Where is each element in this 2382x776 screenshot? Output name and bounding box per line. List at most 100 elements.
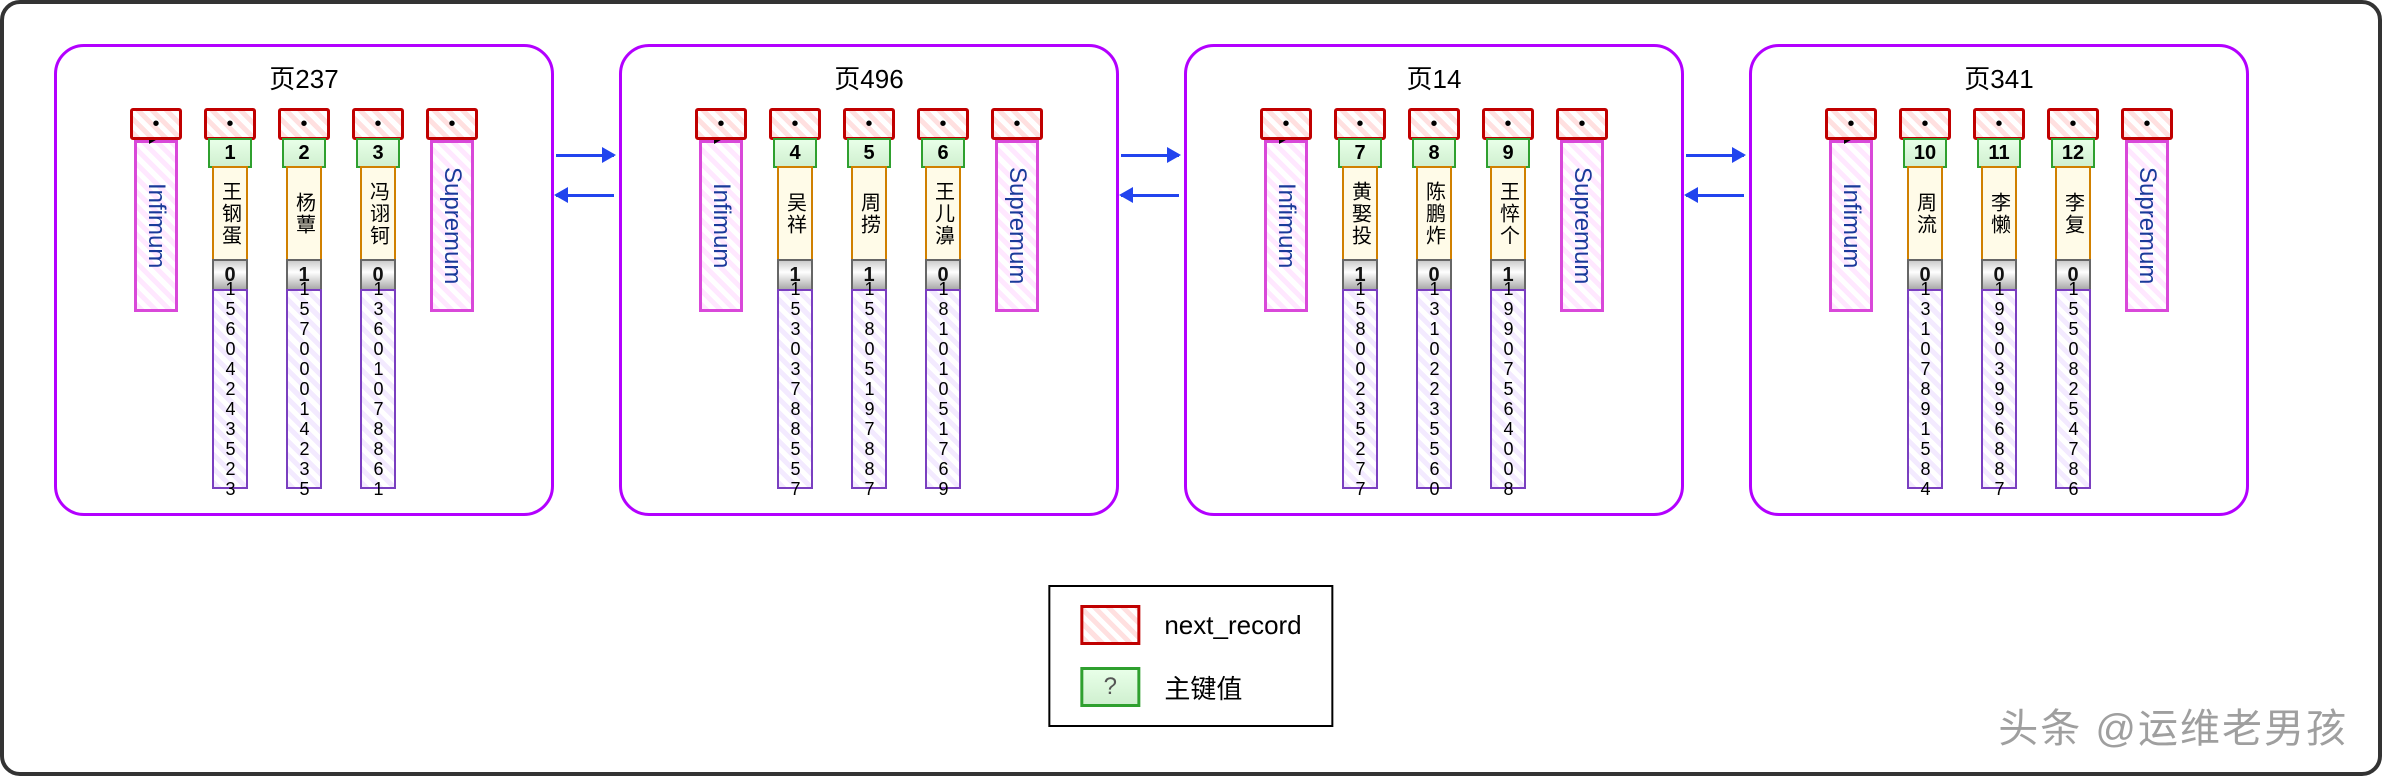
next-record-header xyxy=(1334,108,1386,140)
next-record-header xyxy=(426,108,478,140)
primary-key-value: 3 xyxy=(356,138,400,168)
record-phone: 19907564008 xyxy=(1490,289,1526,489)
records-row: Infimum 1王钢蛋015604243523 2杨蕈115700014235 3冯… xyxy=(77,108,531,489)
legend-swatch-primary-key: ? xyxy=(1080,667,1140,707)
record-name: 杨蕈 xyxy=(286,166,322,261)
next-record-header xyxy=(843,108,895,140)
page-box: 页341 Infimum 10周流013107891584 11李懒019903996… xyxy=(1749,44,2249,516)
page-box: 页237 Infimum 1王钢蛋015604243523 2杨蕈1157000142… xyxy=(54,44,554,516)
record-column: 1王钢蛋015604243523 xyxy=(204,108,256,489)
next-record-header xyxy=(278,108,330,140)
primary-key-value: 4 xyxy=(773,138,817,168)
next-record-header xyxy=(1899,108,1951,140)
supremum-column: Supremum xyxy=(426,108,478,312)
page-box: 页14Infimum7黄娶投1158002352778陈鹏炸0131022355… xyxy=(1184,44,1684,516)
next-record-header xyxy=(130,108,182,140)
page-link-arrow-left xyxy=(1686,194,1744,197)
record-name: 王悴个 xyxy=(1490,166,1526,261)
legend-row-next-record: next_record xyxy=(1080,605,1301,645)
record-phone: 15800235277 xyxy=(1342,289,1378,489)
diagram-frame: 页237 Infimum 1王钢蛋015604243523 2杨蕈1157000142… xyxy=(0,0,2382,776)
pages-row: 页237 Infimum 1王钢蛋015604243523 2杨蕈1157000142… xyxy=(54,44,2249,516)
next-record-header xyxy=(1825,108,1877,140)
record-column: 9王悴个119907564008 xyxy=(1482,108,1534,489)
record-column: 12李复015508254786 xyxy=(2047,108,2099,489)
record-name: 周流 xyxy=(1907,166,1943,261)
record-column: 5周捞115805197887 xyxy=(843,108,895,489)
primary-key-value: 8 xyxy=(1412,138,1456,168)
infimum-column: Infimum xyxy=(1825,108,1877,312)
next-record-header xyxy=(991,108,1043,140)
infimum-label: Infimum xyxy=(699,140,743,312)
record-column: 11李懒019903996887 xyxy=(1973,108,2025,489)
records-row: Infimum10周流01310789158411李懒0199039968871… xyxy=(1772,108,2226,489)
infimum-column: Infimum xyxy=(1260,108,1312,312)
primary-key-value: 10 xyxy=(1903,138,1947,168)
next-record-header xyxy=(1260,108,1312,140)
page-link-arrow-right xyxy=(1686,154,1744,157)
record-name: 吴祥 xyxy=(777,166,813,261)
legend-row-primary-key: ? 主键值 xyxy=(1080,667,1301,707)
record-phone: 15700014235 xyxy=(286,289,322,489)
next-record-header xyxy=(769,108,821,140)
next-record-header xyxy=(2047,108,2099,140)
next-record-header xyxy=(695,108,747,140)
page-title: 页496 xyxy=(642,59,1096,96)
legend-label-next-record: next_record xyxy=(1164,610,1301,641)
supremum-column: Supremum xyxy=(1556,108,1608,312)
record-name: 陈鹏炸 xyxy=(1416,166,1452,261)
page-box: 页496 Infimum 4吴祥115303788557 5周捞11580519788… xyxy=(619,44,1119,516)
primary-key-value: 5 xyxy=(847,138,891,168)
supremum-label: Supremum xyxy=(2125,140,2169,312)
record-column: 3冯诩钶013601078861 xyxy=(352,108,404,489)
next-record-header xyxy=(204,108,256,140)
next-record-header xyxy=(1973,108,2025,140)
next-record-header xyxy=(1482,108,1534,140)
supremum-column: Supremum xyxy=(991,108,1043,312)
record-name: 王儿濞 xyxy=(925,166,961,261)
records-row: Infimum7黄娶投1158002352778陈鹏炸0131022355609… xyxy=(1207,108,1661,489)
page-title: 页341 xyxy=(1772,59,2226,96)
supremum-label: Supremum xyxy=(430,140,474,312)
record-name: 冯诩钶 xyxy=(360,166,396,261)
page-link-arrow-right xyxy=(1121,154,1179,157)
primary-key-value: 12 xyxy=(2051,138,2095,168)
record-phone: 13102235560 xyxy=(1416,289,1452,489)
infimum-column: Infimum xyxy=(130,108,182,312)
record-column: 7黄娶投115800235277 xyxy=(1334,108,1386,489)
supremum-label: Supremum xyxy=(995,140,1039,312)
legend-label-primary-key: 主键值 xyxy=(1164,669,1242,706)
page-link-arrow-left xyxy=(556,194,614,197)
primary-key-value: 11 xyxy=(1977,138,2021,168)
record-phone: 15303788557 xyxy=(777,289,813,489)
record-column: 2杨蕈115700014235 xyxy=(278,108,330,489)
infimum-label: Infimum xyxy=(1264,140,1308,312)
watermark-text: 头条 @运维老男孩 xyxy=(1998,696,2348,754)
next-record-header xyxy=(1408,108,1460,140)
infimum-column: Infimum xyxy=(695,108,747,312)
page-title: 页237 xyxy=(77,59,531,96)
infimum-label: Infimum xyxy=(1829,140,1873,312)
record-phone: 15508254786 xyxy=(2055,289,2091,489)
next-record-header xyxy=(917,108,969,140)
record-column: 4吴祥115303788557 xyxy=(769,108,821,489)
primary-key-value: 2 xyxy=(282,138,326,168)
record-phone: 15604243523 xyxy=(212,289,248,489)
record-name: 周捞 xyxy=(851,166,887,261)
record-column: 10周流013107891584 xyxy=(1899,108,1951,489)
record-phone: 18101051769 xyxy=(925,289,961,489)
supremum-column: Supremum xyxy=(2121,108,2173,312)
record-phone: 13601078861 xyxy=(360,289,396,489)
record-column: 6王儿濞018101051769 xyxy=(917,108,969,489)
record-name: 黄娶投 xyxy=(1342,166,1378,261)
record-phone: 19903996887 xyxy=(1981,289,2017,489)
next-record-header xyxy=(352,108,404,140)
record-name: 李复 xyxy=(2055,166,2091,261)
next-record-header xyxy=(1556,108,1608,140)
primary-key-value: 7 xyxy=(1338,138,1382,168)
infimum-label: Infimum xyxy=(134,140,178,312)
page-link-arrow-left xyxy=(1121,194,1179,197)
record-phone: 15805197887 xyxy=(851,289,887,489)
legend-box: next_record ? 主键值 xyxy=(1048,585,1333,727)
record-name: 李懒 xyxy=(1981,166,2017,261)
